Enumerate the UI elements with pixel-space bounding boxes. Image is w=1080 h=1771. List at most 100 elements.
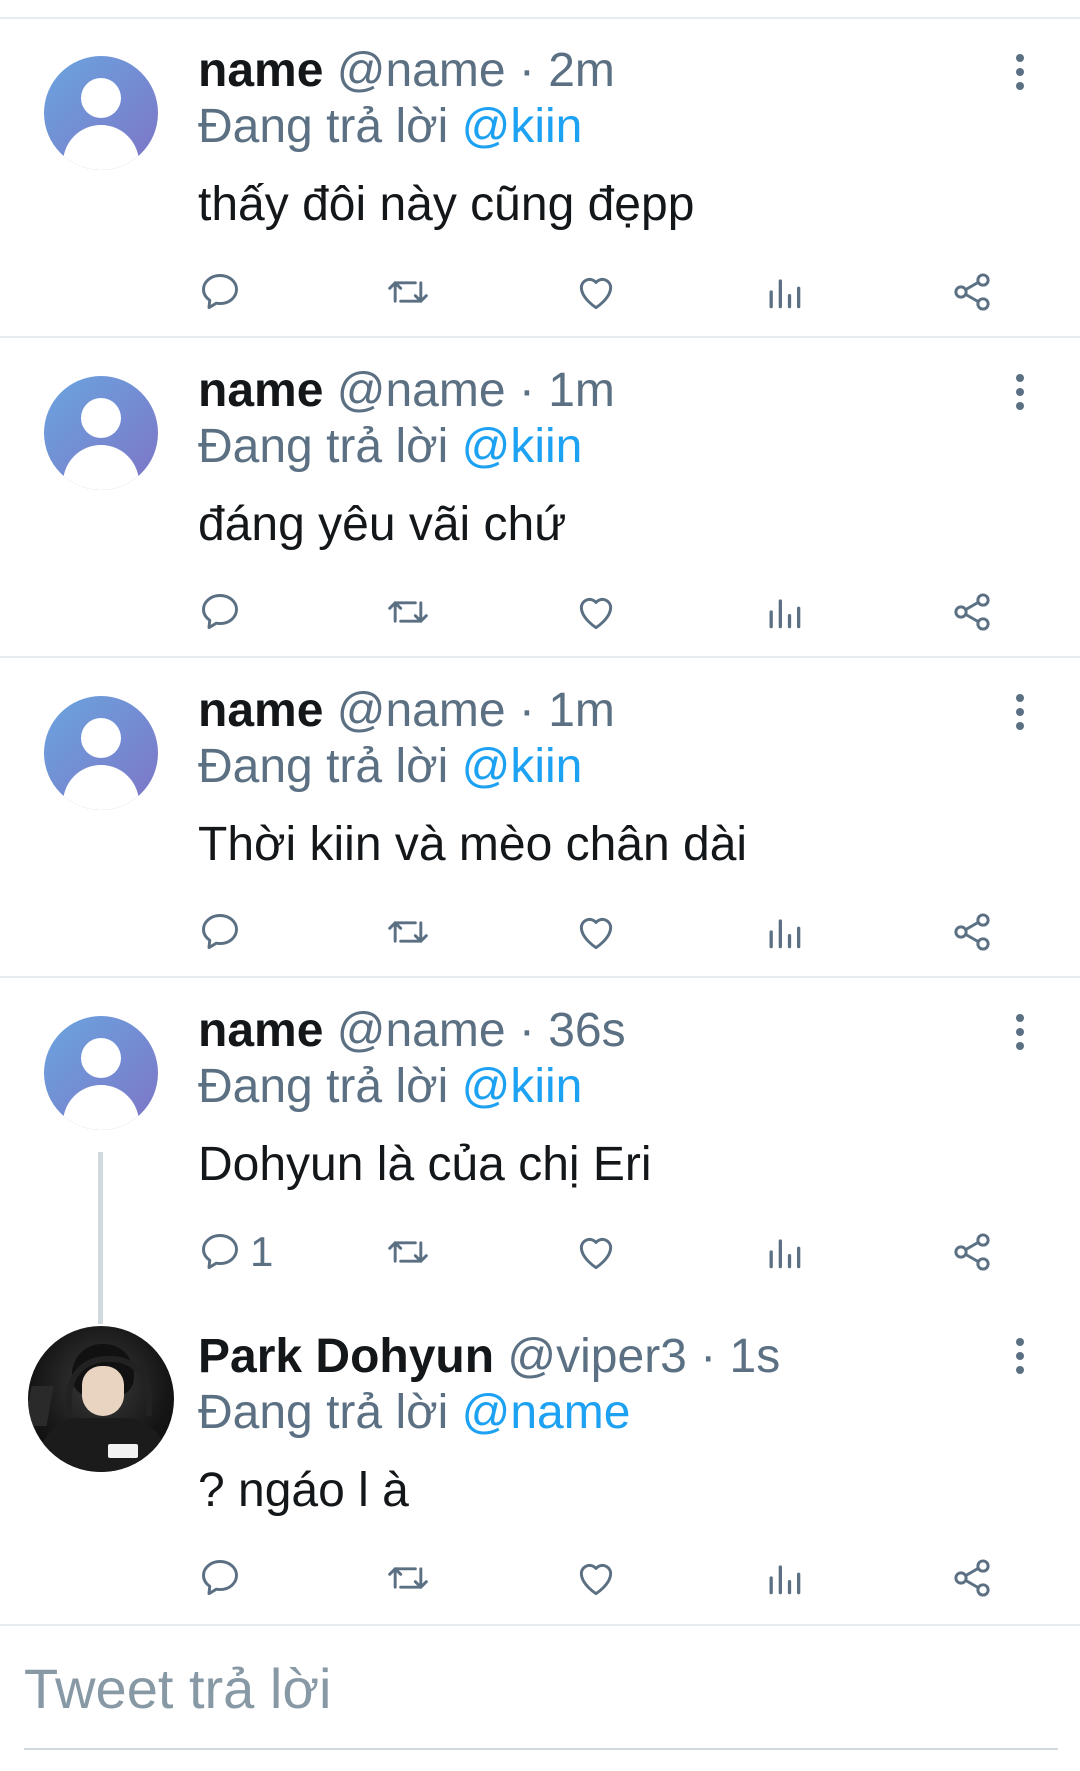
user-handle[interactable]: @name [337,684,506,737]
more-icon[interactable] [1010,694,1030,742]
replying-to: Đang trả lời @kiin [198,738,582,796]
tweet-divider [0,336,1080,338]
tweet-header: name @name · 2m [198,42,615,100]
share-button[interactable] [950,1224,994,1280]
like-icon [579,917,613,950]
mention-link[interactable]: @kiin [462,740,583,793]
mention-link[interactable]: @kiin [462,420,583,473]
reply-button[interactable] [198,1550,250,1606]
user-handle[interactable]: @name [337,44,506,97]
separator-dot: · [518,44,535,97]
like-icon [579,277,613,310]
timestamp: 1m [548,684,615,737]
user-avatar[interactable] [28,1326,174,1472]
tweet-divider [0,1624,1080,1626]
display-name[interactable]: name [198,1004,323,1057]
like-button[interactable] [574,584,618,640]
more-icon[interactable] [1010,1014,1030,1062]
share-button[interactable] [950,584,994,640]
more-icon[interactable] [1010,54,1030,102]
display-name[interactable]: Park Dohyun [198,1330,494,1383]
analytics-icon [769,279,801,309]
analytics-button[interactable] [762,1224,806,1280]
tweet-text: Dohyun là của chị Eri [198,1138,652,1191]
replying-label: Đang trả lời [198,420,449,473]
retweet-button[interactable] [386,904,430,960]
retweet-icon [388,1241,428,1263]
share-button[interactable] [950,264,994,320]
reply-icon [202,274,238,310]
reply-icon [202,914,238,950]
reply-count: 1 [250,1228,274,1275]
separator-dot: · [518,684,535,737]
default-avatar-icon[interactable] [44,696,158,810]
timestamp: 36s [548,1004,626,1057]
user-handle[interactable]: @name [337,1004,506,1057]
mention-link[interactable]: @kiin [462,100,583,153]
more-icon[interactable] [1010,1338,1030,1386]
like-button[interactable] [574,1224,618,1280]
tweet-header: name @name · 1m [198,682,615,740]
display-name[interactable]: name [198,364,323,417]
tweet-header: name @name · 36s [198,1002,626,1060]
analytics-button[interactable] [762,1550,806,1606]
retweet-icon [388,1567,428,1589]
default-avatar-icon[interactable] [44,1016,158,1130]
share-button[interactable] [950,904,994,960]
like-button[interactable] [574,904,618,960]
reply-button[interactable] [198,904,250,960]
analytics-button[interactable] [762,904,806,960]
like-button[interactable] [574,1550,618,1606]
timestamp: 1s [729,1330,781,1383]
user-handle[interactable]: @viper3 [507,1330,686,1383]
retweet-button[interactable] [386,584,430,640]
share-button[interactable] [950,1550,994,1606]
tweet-header: name @name · 1m [198,362,615,420]
replying-to: Đang trả lời @name [198,1384,630,1442]
share-icon [954,273,990,311]
retweet-button[interactable] [386,1224,430,1280]
analytics-icon [769,1239,801,1269]
timestamp: 1m [548,364,615,417]
tweet-text: đáng yêu vãi chứ [198,498,567,551]
reply-button[interactable] [198,264,250,320]
reply-icon [202,1560,238,1596]
reply-icon [202,594,238,630]
tweet-text: thấy đôi này cũng đẹpp [198,178,695,231]
replying-label: Đang trả lời [198,740,449,793]
retweet-icon [388,921,428,943]
default-avatar-icon[interactable] [44,376,158,490]
share-icon [954,1233,990,1271]
retweet-button[interactable] [386,1550,430,1606]
like-icon [579,597,613,630]
reply-button[interactable] [198,584,250,640]
reply-input[interactable]: Tweet trả lời [24,1654,331,1724]
user-handle[interactable]: @name [337,364,506,417]
analytics-button[interactable] [762,264,806,320]
mention-link[interactable]: @kiin [462,1060,583,1113]
tweet-divider [0,976,1080,978]
retweet-button[interactable] [386,264,430,320]
retweet-icon [388,281,428,303]
separator-dot: · [700,1330,717,1383]
more-icon[interactable] [1010,374,1030,422]
tweet-actions [198,584,1018,640]
share-icon [954,1559,990,1597]
tweet-actions [198,904,1018,960]
display-name[interactable]: name [198,684,323,737]
display-name[interactable]: name [198,44,323,97]
reply-button[interactable]: 1 [198,1224,273,1280]
tweet-actions [198,264,1018,320]
mention-link[interactable]: @name [462,1386,631,1439]
analytics-icon [769,599,801,629]
analytics-button[interactable] [762,584,806,640]
tweet-text: Thời kiin và mèo chân dài [198,818,748,871]
analytics-icon [769,1565,801,1595]
reply-icon [202,1234,238,1270]
like-button[interactable] [574,264,618,320]
share-icon [954,593,990,631]
analytics-icon [769,919,801,949]
reply-input-underline [24,1748,1058,1750]
default-avatar-icon[interactable] [44,56,158,170]
replying-label: Đang trả lời [198,1060,449,1113]
